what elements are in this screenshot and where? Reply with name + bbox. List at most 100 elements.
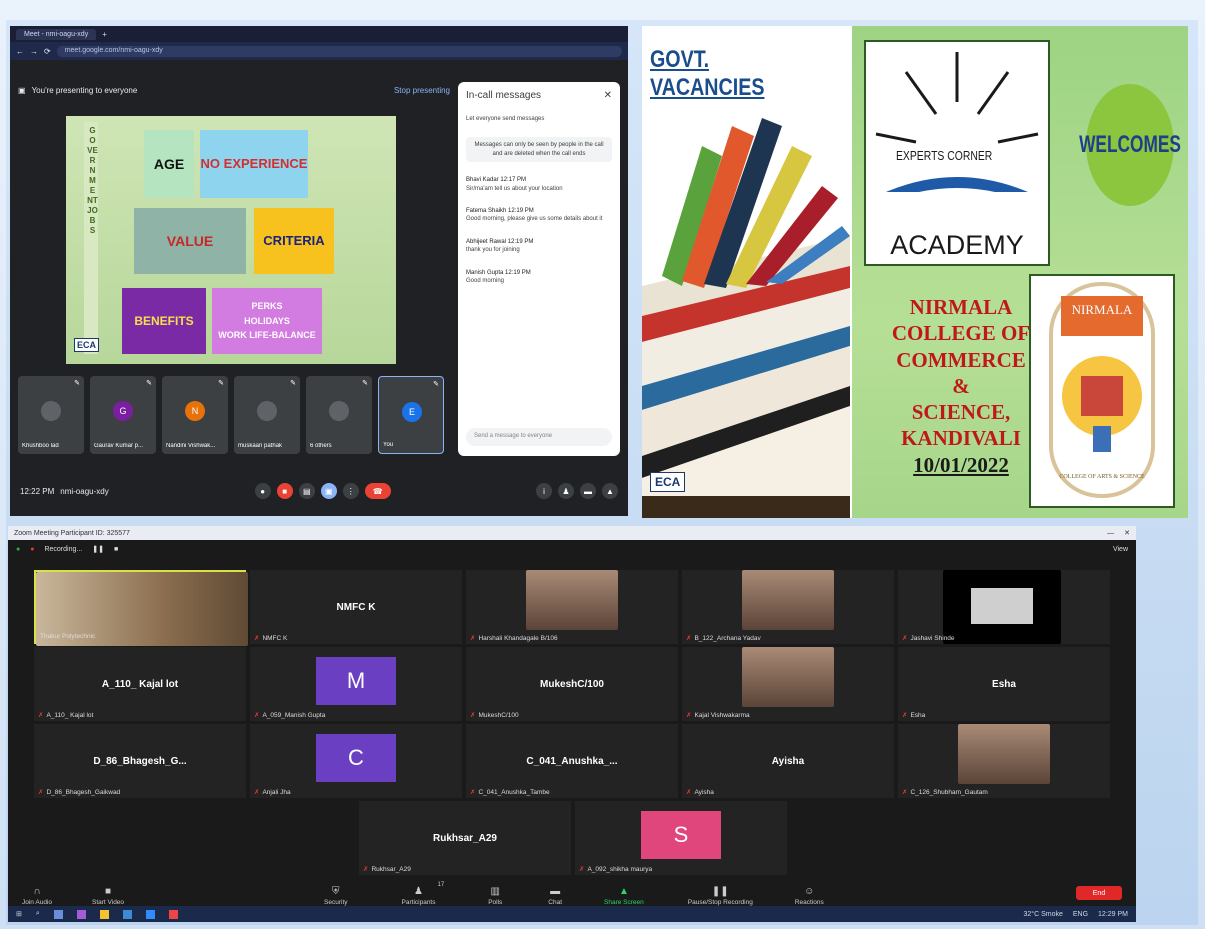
participant-label-text: Kajal Vishwakarma bbox=[694, 712, 750, 719]
stop-icon[interactable]: ■ bbox=[114, 546, 118, 553]
present-button-icon[interactable]: ▣ bbox=[320, 483, 337, 499]
participant-video bbox=[943, 570, 1061, 644]
muted-mic-icon: ✗ bbox=[254, 635, 260, 642]
zoom-participant-tile[interactable]: S ✗ A_092_shikha maurya bbox=[575, 801, 787, 875]
meet-controls: 12:22 PM nmi-oagu-xdy ● ■ ▤ ▣ ⋮ ☎ i ♟ ▬ … bbox=[10, 466, 628, 516]
camera-icon[interactable]: ■ bbox=[276, 483, 293, 499]
activities-icon[interactable]: ▲ bbox=[602, 483, 618, 499]
muted-mic-icon: ✗ bbox=[254, 789, 260, 796]
muted-mic-icon: ✗ bbox=[470, 635, 476, 642]
presenting-bar: ▣ You're presenting to everyone Stop pre… bbox=[18, 82, 450, 98]
toolbar-chat-button[interactable]: ▬ Chat bbox=[548, 886, 562, 906]
folder-icon[interactable] bbox=[99, 909, 109, 919]
app-icon[interactable] bbox=[76, 909, 86, 919]
participant-display-name: D_86_Bhagesh_G... bbox=[93, 755, 187, 767]
minimize-icon[interactable]: — bbox=[1107, 530, 1114, 537]
zoom-participant-tile[interactable]: C_041_Anushka_... ✗ C_041_Anushka_Tambe bbox=[466, 724, 678, 798]
toolbar-shield-button[interactable]: ⛨ Security bbox=[324, 886, 347, 906]
forward-icon[interactable]: → bbox=[30, 47, 38, 56]
participant-tile[interactable]: E ✎ You bbox=[378, 376, 444, 454]
toolbar-label: Security bbox=[324, 899, 348, 906]
zoom-participant-tile[interactable]: ✗ Jashavi Shinde bbox=[898, 570, 1110, 644]
participant-tile[interactable]: ✎ 6 others bbox=[306, 376, 372, 454]
new-tab-icon[interactable]: + bbox=[102, 30, 107, 39]
mic-icon[interactable]: ● bbox=[254, 483, 271, 499]
end-button[interactable]: End bbox=[1076, 886, 1122, 900]
close-icon[interactable]: ✕ bbox=[604, 90, 612, 101]
edge-icon[interactable] bbox=[122, 909, 132, 919]
chat-icon[interactable]: ▬ bbox=[580, 483, 596, 499]
pause-icon[interactable]: ❚❚ bbox=[92, 545, 104, 553]
participant-tile[interactable]: ✎ Khushboo lad bbox=[18, 376, 84, 454]
zoom-participant-tile[interactable]: MukeshC/100 ✗ MukeshC/100 bbox=[466, 647, 678, 721]
toolbar-video-button[interactable]: ■ Start Video bbox=[92, 886, 124, 906]
chat-input[interactable]: Send a message to everyone bbox=[466, 428, 612, 446]
mic-off-icon: ✎ bbox=[362, 380, 368, 387]
zoom-participant-tile[interactable]: M ✗ A_059_Manish Gupta bbox=[250, 647, 462, 721]
start-icon[interactable]: ⊞ bbox=[16, 910, 22, 918]
captions-icon[interactable]: ▤ bbox=[298, 483, 315, 499]
participant-display-name: Esha bbox=[992, 678, 1016, 690]
zoom-participant-tile[interactable]: Thakur Polytechnic bbox=[34, 570, 248, 646]
chat-message: Bhavi Kadar 12:17 PM Sir/ma'am tell us ab… bbox=[466, 176, 612, 193]
toolbar-headphones-button[interactable]: ∩ Join Audio bbox=[22, 886, 52, 906]
slide-wlb: WORK LIFE-BALANCE bbox=[218, 330, 316, 341]
zoom-participant-tile[interactable]: A_110_ Kajal lot ✗ A_110_ Kajal lot bbox=[34, 647, 246, 721]
chat-text: Good morning, please give us some detail… bbox=[466, 216, 603, 223]
people-icon[interactable]: ♟ bbox=[558, 483, 574, 499]
record-icon: ❚❚ bbox=[711, 886, 729, 897]
more-icon[interactable]: ⋮ bbox=[342, 483, 359, 499]
sunburst-icon bbox=[875, 52, 1039, 144]
people-icon: ♟ bbox=[414, 886, 423, 897]
participant-name: You bbox=[383, 442, 394, 448]
reload-icon[interactable]: ⟳ bbox=[44, 47, 51, 56]
toolbar-record-button[interactable]: ❚❚ Pause/Stop Recording bbox=[688, 886, 753, 906]
address-bar[interactable]: meet.google.com/nmi-oagu-xdy bbox=[56, 45, 622, 57]
recording-label: Recording... bbox=[44, 545, 83, 553]
participant-tile[interactable]: G ✎ Gaurav Kumar p... bbox=[90, 376, 156, 454]
zoom-participant-tile[interactable]: C ✗ Anjali Jha bbox=[250, 724, 462, 798]
participant-name: 6 others bbox=[310, 443, 332, 449]
info-icon[interactable]: i bbox=[536, 483, 552, 499]
toolbar-share-button[interactable]: ▲ Share Screen bbox=[604, 886, 644, 906]
zoom-participant-tile[interactable]: ✗ C_126_Shubham_Gautam bbox=[898, 724, 1110, 798]
stop-presenting-button[interactable]: Stop presenting bbox=[394, 86, 450, 95]
muted-mic-icon: ✗ bbox=[363, 866, 369, 873]
participant-tile[interactable]: ✎ muskaan pathak bbox=[234, 376, 300, 454]
toolbar-label: Reactions bbox=[794, 899, 824, 906]
zoom-participant-tile[interactable]: Esha ✗ Esha bbox=[898, 647, 1110, 721]
zoom-participant-tile[interactable]: D_86_Bhagesh_G... ✗ D_86_Bhagesh_Gaikwad bbox=[34, 724, 246, 798]
zoom-participant-tile[interactable]: ✗ Harshali Khandagale B/106 bbox=[466, 570, 678, 644]
presentation-slide: GOVERNMENT JOBS AGE NO EXPERIENCE VALUE … bbox=[66, 116, 396, 364]
slide-value: VALUE bbox=[134, 208, 246, 274]
mic-off-icon: ✎ bbox=[218, 380, 224, 387]
zoom-participant-tile[interactable]: NMFC K ✗ NMFC K bbox=[250, 570, 462, 644]
participant-tile[interactable]: N ✎ Nandini Vishwak... bbox=[162, 376, 228, 454]
back-icon[interactable]: ← bbox=[16, 47, 24, 56]
participant-avatar: C bbox=[316, 734, 396, 782]
college-line: COLLEGE OF bbox=[891, 321, 1031, 346]
zoom-participant-tile[interactable]: ✗ B_122_Archana Yadav bbox=[682, 570, 894, 644]
taskview-icon[interactable] bbox=[53, 909, 63, 919]
chat-panel: In-call messages ✕ Let everyone send mess… bbox=[458, 82, 620, 456]
zoom-participant-tile[interactable]: Ayisha ✗ Ayisha bbox=[682, 724, 894, 798]
search-icon[interactable]: ⌕ bbox=[36, 910, 40, 918]
chat-sender: Abhijeet Rawal 12:19 PM bbox=[466, 238, 534, 245]
participant-label-text: Rukhsar_A29 bbox=[371, 866, 411, 873]
view-button[interactable]: View bbox=[1113, 546, 1128, 553]
toolbar-poll-button[interactable]: ▥ Polls bbox=[488, 886, 502, 906]
event-date: 10/01/2022 bbox=[913, 452, 1009, 477]
participant-label: ✗ D_86_Bhagesh_Gaikwad bbox=[38, 788, 120, 796]
zoom-participant-tile[interactable]: Rukhsar_A29 ✗ Rukhsar_A29 bbox=[359, 801, 571, 875]
close-icon[interactable]: ✕ bbox=[1124, 529, 1130, 537]
browser-tab[interactable]: Meet - nmi-oagu-xdy bbox=[16, 28, 97, 40]
toolbar-people-button[interactable]: ♟ Participants bbox=[402, 886, 436, 906]
participant-label: ✗ Esha bbox=[902, 711, 925, 719]
toolbar-smile-button[interactable]: ☺ Reactions bbox=[795, 886, 824, 906]
chrome-icon[interactable] bbox=[168, 909, 178, 919]
leave-call-icon[interactable]: ☎ bbox=[364, 483, 391, 499]
participant-label-text: C_041_Anushka_Tambe bbox=[478, 789, 550, 796]
chat-toggle[interactable]: Let everyone send messages bbox=[466, 115, 612, 123]
zoom-participant-tile[interactable]: ✗ Kajal Vishwakarma bbox=[682, 647, 894, 721]
zoom-app-icon[interactable] bbox=[145, 909, 155, 919]
